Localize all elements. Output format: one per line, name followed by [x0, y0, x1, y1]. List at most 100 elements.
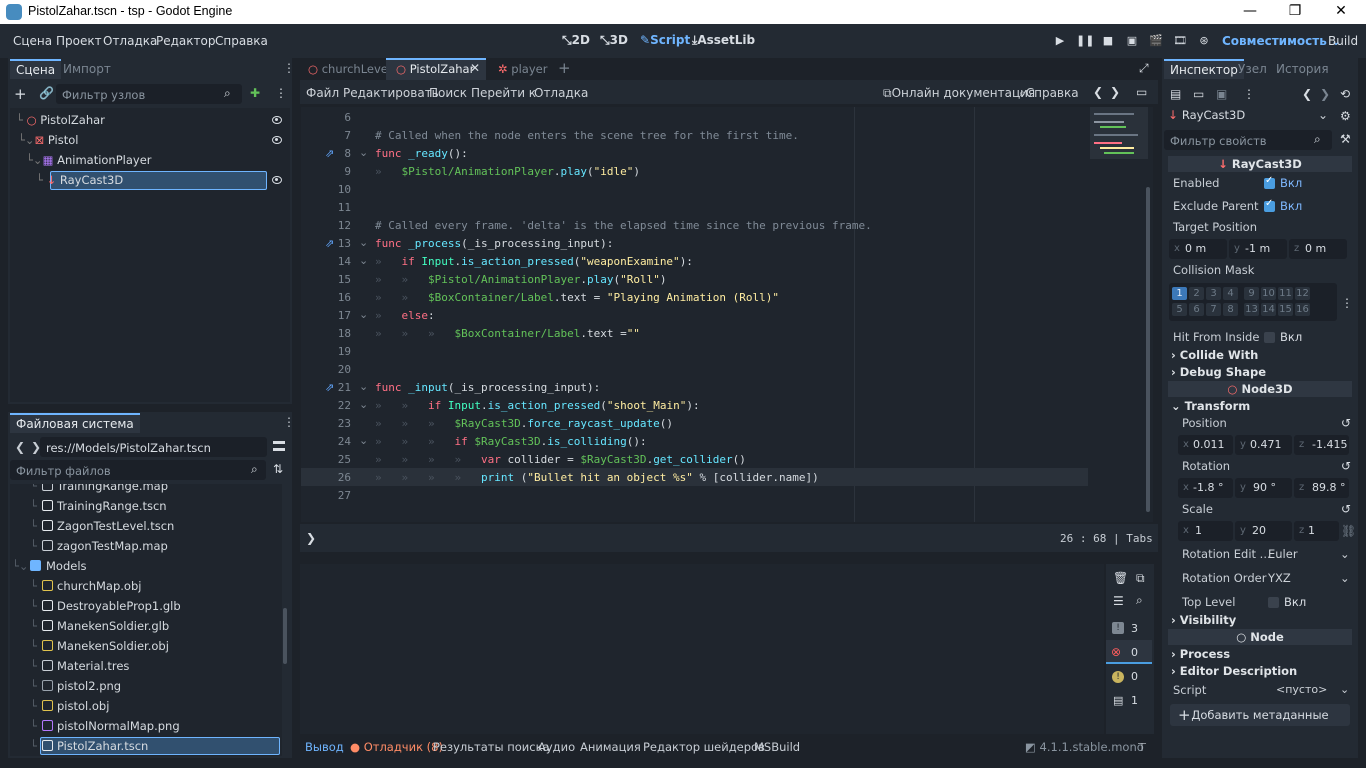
object-selector[interactable]: ↓ RayCast3D ⌄	[1168, 108, 1330, 126]
minimize-button[interactable]: —	[1227, 0, 1273, 24]
mask-layer-cell[interactable]: 6	[1189, 303, 1204, 316]
code-line[interactable]: » else:	[375, 309, 435, 322]
tree-node-animationplayer[interactable]: └⌄▦ AnimationPlayer	[26, 150, 152, 170]
scale-z-field[interactable]: z1	[1294, 521, 1339, 541]
node-filter-input[interactable]: Фильтр узлов	[56, 84, 242, 104]
tree-node-raycast3d[interactable]: └ ↓ RayCast3D	[36, 170, 123, 190]
bottom-tab-shader[interactable]: Редактор шейдеров	[643, 740, 765, 754]
script-menu-file[interactable]: Файл	[306, 86, 339, 100]
enabled-checkbox[interactable]	[1264, 175, 1275, 189]
pin-panel-icon[interactable]: ⊤	[1137, 740, 1147, 754]
reset-icon[interactable]: ↺	[1341, 416, 1351, 430]
rotation-z-field[interactable]: z 89.8 °	[1294, 478, 1349, 498]
mask-layer-cell[interactable]: 5	[1172, 303, 1187, 316]
menu-editor[interactable]: Редактор	[156, 34, 215, 48]
mask-layer-cell[interactable]: 14	[1261, 303, 1276, 316]
mask-layer-cell[interactable]: 16	[1295, 303, 1310, 316]
link-icon[interactable]: ⛓	[1341, 524, 1356, 538]
renderer-select[interactable]: Совместимость ⌄	[1222, 34, 1341, 48]
script-menu-debug[interactable]: Отладка	[534, 86, 588, 100]
tab-pistolzahar[interactable]: ○ PistolZahar	[396, 62, 474, 76]
mask-layer-cell[interactable]: 2	[1189, 287, 1204, 300]
mask-layer-cell[interactable]: 9	[1244, 287, 1259, 300]
tab-history[interactable]: История	[1270, 59, 1335, 79]
workspace-script-button[interactable]: ✎Script	[640, 33, 690, 47]
code-line[interactable]: » » » » var collider = $RayCast3D.get_co…	[375, 453, 746, 466]
add-metadata-button[interactable]: + Добавить метаданные	[1170, 704, 1350, 726]
code-line[interactable]: » » » $BoxContainer/Label.text =""	[375, 327, 640, 340]
history-icon[interactable]: ⟲	[1340, 87, 1350, 101]
mask-menu-icon[interactable]: ⋮	[1341, 296, 1353, 310]
mask-layer-cell[interactable]: 11	[1278, 287, 1293, 300]
search-icon[interactable]: ⌕	[1136, 593, 1143, 608]
tab-import[interactable]: Импорт	[57, 59, 117, 79]
fold-arrow-icon[interactable]: ⌄	[359, 254, 368, 267]
add-tab-icon[interactable]: +	[558, 59, 571, 77]
fold-arrow-icon[interactable]: ⌄	[359, 434, 368, 447]
editor-scrollbar[interactable]	[1146, 187, 1150, 512]
mask-layer-cell[interactable]: 4	[1223, 287, 1238, 300]
bottom-tab-search[interactable]: Результаты поиска	[433, 740, 550, 754]
play-scene-icon[interactable]: 🎬	[1148, 34, 1164, 48]
play-icon[interactable]: ▶	[1052, 34, 1068, 48]
code-editor[interactable]: 6 7 # Called when the node enters the scen…	[301, 107, 1153, 522]
code-line[interactable]: » » » $RayCast3D.force_raycast_update()	[375, 417, 673, 430]
online-docs-button[interactable]: ⧉Онлайн документация	[883, 86, 1035, 101]
object-settings-icon[interactable]: ⚙	[1340, 109, 1351, 123]
reset-icon[interactable]: ↺	[1341, 459, 1351, 473]
play-custom-icon[interactable]: 🎞	[1172, 34, 1188, 48]
maximize-button[interactable]: ❐	[1272, 0, 1318, 24]
rotation-order-select[interactable]: YXZ ⌄	[1264, 568, 1350, 588]
script-menu-edit[interactable]: Редактировать	[343, 86, 439, 100]
script-menu-search[interactable]: Поиск	[429, 86, 467, 100]
code-line[interactable]: » $Pistol/AnimationPlayer.play("idle")	[375, 165, 640, 178]
fold-arrow-icon[interactable]: ⌄	[359, 398, 368, 411]
attach-script-icon[interactable]: ✚	[250, 86, 260, 100]
exclude-parent-checkbox[interactable]	[1264, 198, 1275, 212]
output-log[interactable]	[300, 564, 1104, 734]
copy-icon[interactable]: ⧉	[1136, 571, 1145, 586]
bottom-tab-animation[interactable]: Анимация	[580, 740, 641, 754]
code-line[interactable]: # Called when the node enters the scene …	[375, 129, 799, 142]
path-field[interactable]: res://Models/PistolZahar.tscn	[40, 437, 267, 457]
bottom-tab-output[interactable]: Вывод	[305, 740, 344, 754]
toggle-files-icon[interactable]: ❯	[306, 531, 316, 545]
group-visibility[interactable]: › Visibility	[1171, 613, 1236, 627]
movie-maker-icon[interactable]: ⊛	[1196, 34, 1212, 48]
fold-arrow-icon[interactable]: ⌄	[359, 308, 368, 321]
code-line[interactable]: » » $BoxContainer/Label.text = "Playing …	[375, 291, 779, 304]
workspace-3d-button[interactable]: ⤡3D	[600, 33, 628, 48]
toggle-panel-icon[interactable]: ▭	[1136, 85, 1147, 99]
clear-output-icon[interactable]: 🗑	[1113, 571, 1128, 585]
code-line[interactable]: func _input(_is_processing_input):	[375, 381, 600, 394]
link-icon[interactable]: 🔗	[39, 86, 54, 100]
position-z-field[interactable]: z -1.415	[1294, 435, 1349, 455]
rotation-edit-select[interactable]: Euler ⌄	[1264, 544, 1350, 564]
close-tab-icon[interactable]: ✕	[470, 61, 480, 75]
script-menu-goto[interactable]: Перейти к	[471, 86, 536, 100]
fold-arrow-icon[interactable]: ⌄	[359, 146, 368, 159]
target-z-field[interactable]: z0 m	[1289, 239, 1347, 259]
back-icon[interactable]: ❮	[15, 440, 25, 454]
pause-icon[interactable]: ❚❚	[1076, 34, 1094, 48]
code-line[interactable]: # Called every frame. 'delta' is the ela…	[375, 219, 872, 232]
mask-layer-cell[interactable]: 13	[1244, 303, 1259, 316]
bottom-tab-debugger[interactable]: ● Отладчик (8)	[350, 740, 443, 754]
bottom-tab-msbuild[interactable]: MSBuild	[754, 740, 800, 754]
mask-layer-cell[interactable]: 1	[1172, 287, 1187, 300]
workspace-2d-button[interactable]: ⤡2D	[562, 33, 590, 48]
mask-layer-cell[interactable]: 12	[1295, 287, 1310, 300]
fold-arrow-icon[interactable]: ⌄	[359, 380, 368, 393]
group-editor-description[interactable]: › Editor Description	[1171, 664, 1297, 678]
mask-layer-cell[interactable]: 7	[1206, 303, 1221, 316]
history-back-icon[interactable]: ❮	[1302, 87, 1312, 101]
menu-debug[interactable]: Отладка	[103, 34, 157, 48]
mask-layer-cell[interactable]: 8	[1223, 303, 1238, 316]
code-line[interactable]: » if Input.is_action_pressed("weaponExam…	[375, 255, 693, 268]
rotation-y-field[interactable]: y 90 °	[1235, 478, 1292, 498]
property-filter-input[interactable]: Фильтр свойств	[1164, 130, 1332, 150]
file-filter-input[interactable]: Фильтр файлов	[10, 460, 266, 480]
collapse-icon[interactable]: ☰	[1113, 594, 1124, 608]
tab-node[interactable]: Узел	[1232, 59, 1273, 79]
inspector-menu-icon[interactable]: ⋮	[1243, 87, 1255, 101]
